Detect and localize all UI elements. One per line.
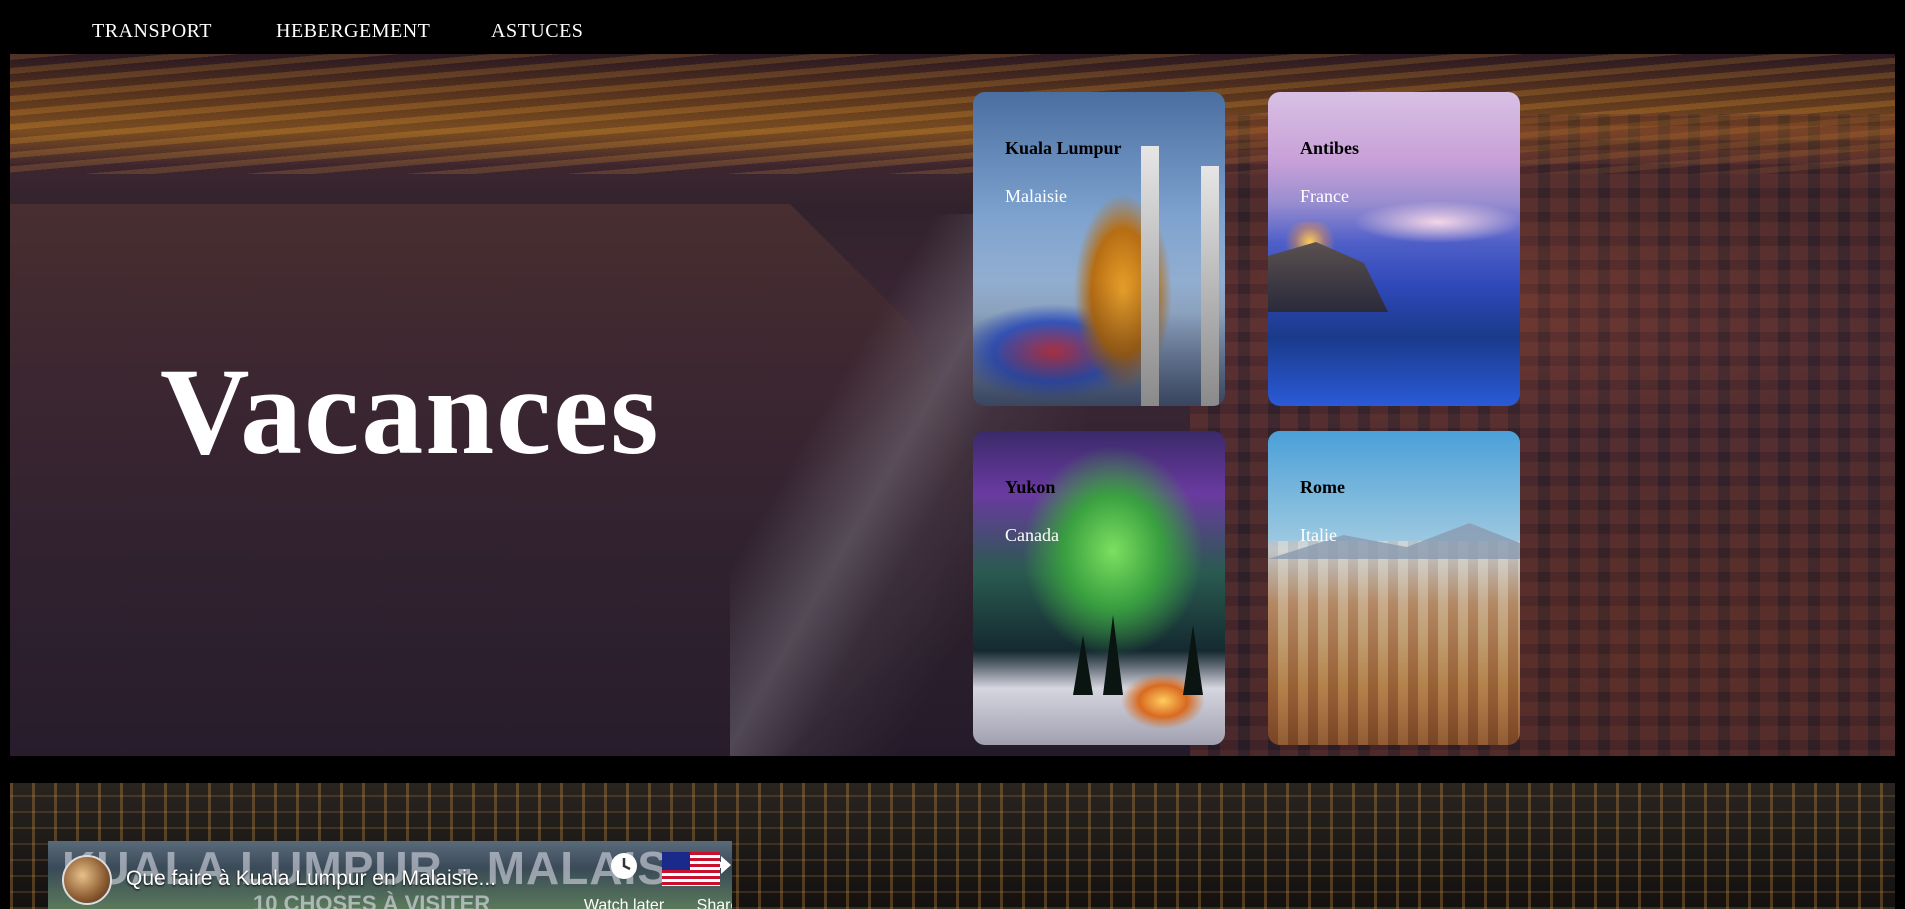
destination-city: Rome	[1300, 477, 1345, 497]
nav-item-transport[interactable]: TRANSPORT	[92, 20, 212, 43]
youtube-video-embed[interactable]: KUALA LUMPUR - MALAISIE 10 CHOSES À VISI…	[48, 841, 732, 909]
destination-country: Italie	[1300, 525, 1337, 545]
watch-later-label: Watch later	[583, 897, 665, 909]
top-nav: TRANSPORT HEBERGEMENT ASTUCES	[0, 0, 1905, 54]
nav-item-astuces[interactable]: ASTUCES	[491, 20, 583, 43]
hero-title: Vacances	[160, 343, 661, 480]
video-title[interactable]: Que faire à Kuala Lumpur en Malaisie...	[126, 867, 496, 891]
channel-avatar[interactable]	[62, 855, 112, 905]
destination-city: Yukon	[1005, 477, 1056, 497]
clock-icon	[582, 851, 666, 889]
destination-city: Antibes	[1300, 138, 1360, 158]
watch-later-button[interactable]: Watch later	[582, 851, 666, 909]
nav-item-hebergement[interactable]: HEBERGEMENT	[276, 20, 430, 43]
destination-card-yukon[interactable]: Yukon Canada	[973, 431, 1225, 745]
video-thumbnail-subtext: 10 CHOSES À VISITER	[253, 891, 491, 909]
destination-card-antibes[interactable]: Antibes France	[1268, 92, 1520, 406]
share-label: Share	[696, 897, 732, 909]
destination-card-rome[interactable]: Rome Italie	[1268, 431, 1520, 745]
destination-country: Canada	[1005, 525, 1059, 545]
destination-country: France	[1300, 186, 1349, 206]
destination-country: Malaisie	[1005, 186, 1067, 206]
malaysia-flag-icon	[662, 852, 720, 886]
destination-card-kuala-lumpur[interactable]: Kuala Lumpur Malaisie	[973, 92, 1225, 406]
destination-city: Kuala Lumpur	[1005, 138, 1122, 158]
